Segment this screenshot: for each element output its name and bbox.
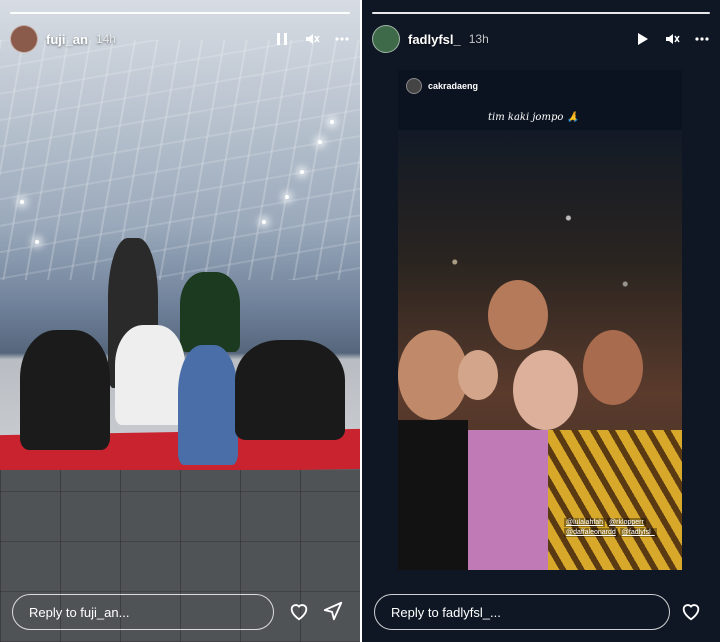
- reply-input[interactable]: Reply to fuji_an...: [12, 594, 274, 630]
- person-green-shirt: [180, 272, 240, 352]
- progress-segment: [10, 12, 350, 14]
- story-progress-bar: [372, 12, 710, 14]
- repost-author[interactable]: cakradaeng: [406, 78, 478, 94]
- stage-light: [318, 140, 322, 144]
- avatar[interactable]: [10, 25, 38, 53]
- story-progress-bar: [10, 12, 350, 14]
- stage-light: [300, 170, 304, 174]
- story-controls: [634, 31, 710, 47]
- reply-input[interactable]: Reply to fadlyfsl_...: [374, 594, 670, 630]
- heart-icon[interactable]: [680, 600, 702, 622]
- send-icon[interactable]: [322, 600, 344, 622]
- story-header: fadlyfsl_ 13h: [372, 24, 710, 54]
- stage-light: [285, 195, 289, 199]
- repost-author-name: cakradaeng: [428, 81, 479, 91]
- heart-icon[interactable]: [288, 600, 310, 622]
- person-black-outfit: [20, 330, 110, 450]
- face: [488, 280, 548, 350]
- crowd-selfie-photo: [398, 130, 682, 570]
- stage-light: [330, 120, 334, 124]
- reposted-story-card[interactable]: cakradaeng tim kaki jompo 🙏 @lulalahfah @…: [398, 70, 682, 570]
- pause-icon[interactable]: [274, 31, 290, 47]
- story-time: 13h: [468, 32, 489, 46]
- more-icon[interactable]: [694, 31, 710, 47]
- more-icon[interactable]: [334, 31, 350, 47]
- stage-light: [35, 240, 39, 244]
- person-striped-shirt: [178, 345, 238, 465]
- person-blue-jeans: [235, 340, 345, 440]
- story-panel-right[interactable]: cakradaeng tim kaki jompo 🙏 @lulalahfah @…: [362, 0, 720, 642]
- stage-light: [262, 220, 266, 224]
- mention-tag[interactable]: @daffaleonardd: [564, 528, 618, 537]
- story-header: fuji_an 14h: [10, 24, 350, 54]
- mute-icon[interactable]: [664, 31, 680, 47]
- mention-tag[interactable]: @fadlyfsl_: [619, 528, 657, 537]
- black-shirt: [398, 420, 468, 570]
- avatar[interactable]: [372, 25, 400, 53]
- reply-placeholder: Reply to fuji_an...: [29, 604, 130, 620]
- stage-light: [20, 200, 24, 204]
- person-white-shirt: [115, 325, 185, 425]
- mention-tag[interactable]: @rklopperr: [607, 518, 646, 527]
- face: [513, 350, 578, 430]
- mute-icon[interactable]: [304, 31, 320, 47]
- story-panel-left[interactable]: fuji_an 14h Reply to fuji_an...: [0, 0, 360, 642]
- stadium-roof: [0, 40, 360, 280]
- repost-caption: tim kaki jompo 🙏: [488, 112, 579, 123]
- play-icon[interactable]: [634, 31, 650, 47]
- stadium-photo: [0, 0, 360, 642]
- username[interactable]: fuji_an: [46, 32, 88, 47]
- reply-placeholder: Reply to fadlyfsl_...: [391, 604, 501, 620]
- mention-tags: @lulalahfah @rklopperr @daffaleonardd @fad…: [564, 518, 682, 538]
- face: [583, 330, 643, 405]
- face: [458, 350, 498, 400]
- repost-author-avatar: [406, 78, 422, 94]
- mention-tag[interactable]: @lulalahfah: [564, 518, 606, 527]
- username[interactable]: fadlyfsl_: [408, 32, 461, 47]
- zebra-print-shirt: [548, 430, 682, 570]
- progress-segment: [372, 12, 710, 14]
- pink-top: [468, 430, 548, 570]
- story-controls: [274, 31, 350, 47]
- story-time: 14h: [95, 32, 116, 46]
